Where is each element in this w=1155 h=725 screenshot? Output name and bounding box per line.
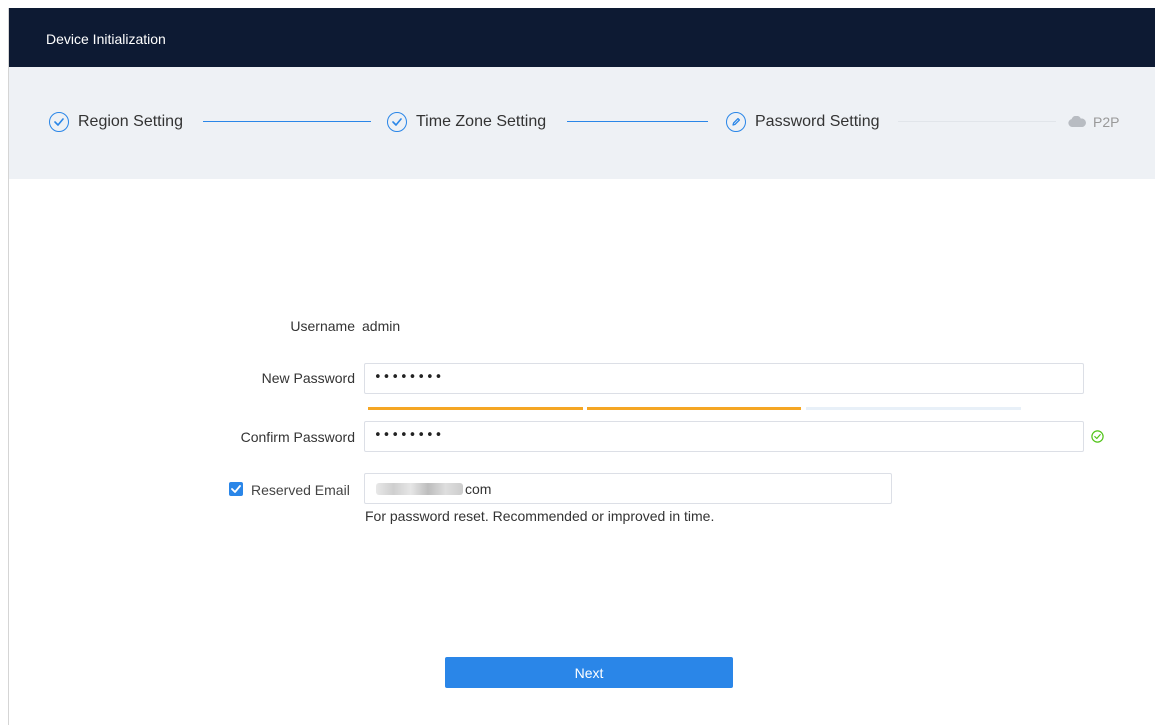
check-circle-icon (387, 112, 407, 132)
reserved-email-input[interactable]: com (364, 473, 892, 504)
redacted-text (376, 483, 463, 495)
check-circle-icon (49, 112, 69, 132)
username-value: admin (362, 318, 401, 334)
confirm-password-input[interactable]: •••••••• (364, 421, 1084, 452)
step-label: Region Setting (78, 113, 183, 130)
step-password-setting: Password Setting (726, 111, 880, 133)
step-connector (898, 121, 1056, 122)
step-label: Time Zone Setting (416, 113, 547, 130)
wizard-stepper: Region Setting Time Zone Setting Passwor… (9, 67, 1155, 179)
step-label: P2P (1093, 114, 1120, 130)
new-password-input[interactable]: •••••••• (364, 363, 1084, 394)
password-strength-segment (368, 407, 583, 410)
window-title: Device Initialization (46, 31, 166, 47)
new-password-label: New Password (261, 370, 355, 386)
email-domain-suffix: com (465, 481, 492, 497)
new-password-value: •••••••• (374, 370, 444, 385)
pen-circle-icon (726, 112, 746, 132)
reserved-email-label: Reserved Email (251, 482, 350, 498)
device-init-window: Device Initialization Region Setting Tim… (8, 8, 1155, 725)
reserved-email-checkbox[interactable] (229, 482, 243, 496)
step-label: Password Setting (755, 113, 880, 130)
title-bar: Device Initialization (9, 8, 1155, 67)
password-strength-segment (806, 407, 1021, 410)
step-time-zone-setting: Time Zone Setting (387, 111, 546, 133)
confirm-password-value: •••••••• (374, 428, 444, 443)
check-circle-icon (1091, 430, 1104, 443)
reserved-email-value: com (376, 481, 491, 497)
step-connector (567, 121, 708, 122)
cloud-icon (1067, 116, 1087, 128)
username-label: Username (290, 318, 355, 334)
step-region-setting: Region Setting (49, 111, 183, 133)
reserved-email-hint: For password reset. Recommended or impro… (365, 508, 715, 524)
next-button[interactable]: Next (445, 657, 733, 688)
step-connector (203, 121, 371, 122)
password-strength-segment (587, 407, 801, 410)
confirm-password-label: Confirm Password (240, 429, 355, 445)
step-p2p: P2P (1067, 111, 1119, 133)
checkmark-icon (231, 485, 241, 493)
